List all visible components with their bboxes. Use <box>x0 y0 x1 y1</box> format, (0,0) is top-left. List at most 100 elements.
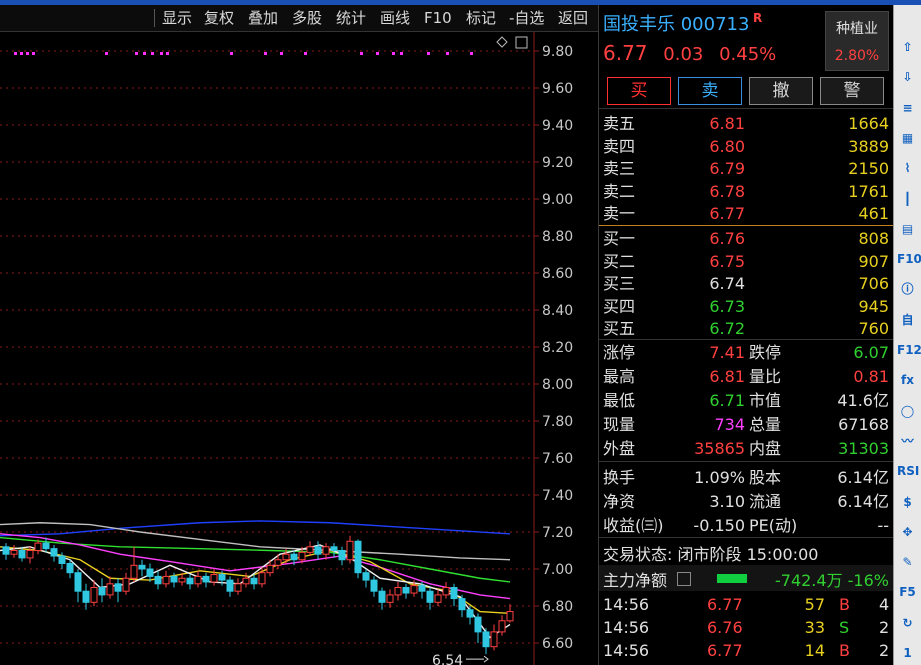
stat-label: 外盘 <box>603 439 636 458</box>
candle-body <box>50 548 58 557</box>
price-tick-label: 9.80 <box>542 44 573 60</box>
bid-price: 6.75 <box>709 251 745 271</box>
price-tick-label: 7.40 <box>542 488 573 504</box>
toolbar-watchlist-button[interactable]: -自选 <box>505 5 548 31</box>
list-icon[interactable]: ≡ <box>897 98 918 119</box>
candle-body <box>498 620 506 633</box>
down-arrow-icon[interactable]: ⇩ <box>897 67 918 88</box>
refresh-icon[interactable]: ↻ <box>897 613 918 634</box>
bid-volume: 760 <box>858 319 889 338</box>
signal-dot <box>304 52 307 55</box>
price-tick-label: 7.20 <box>542 525 573 541</box>
candle-body <box>34 542 42 552</box>
tick-direction: B <box>839 595 850 614</box>
toolbar-multistock-button[interactable]: 多股 <box>288 5 326 31</box>
ask-volume: 2150 <box>848 159 889 178</box>
candle-body <box>178 577 186 583</box>
sector-box[interactable]: 种植业 2.80% <box>825 11 889 71</box>
stat-value: -0.150 <box>693 515 745 535</box>
stat-vol-ratio: 量比 0.81 <box>749 365 889 389</box>
self-icon[interactable]: 自 <box>897 310 918 331</box>
alert-button[interactable]: 警 <box>820 77 884 105</box>
candle-body <box>218 574 226 581</box>
stat-label: 收益(㈢) <box>603 515 664 535</box>
dollar-icon[interactable]: $ <box>897 492 918 513</box>
pencil-icon[interactable]: ✎ <box>897 552 918 573</box>
candle-body <box>354 540 362 574</box>
bid-row: 买五 6.72 760 <box>599 317 893 340</box>
bid-row: 买四 6.73 945 <box>599 295 893 318</box>
candle-body <box>130 564 138 579</box>
price-tick-label: 9.60 <box>542 81 573 97</box>
info-icon[interactable]: ⓘ <box>897 279 918 300</box>
list-icon[interactable] <box>677 572 691 586</box>
sell-button[interactable]: 卖 <box>678 77 742 105</box>
fx-icon[interactable]: fx <box>897 370 918 391</box>
candle-body <box>338 550 346 561</box>
ask-volume: 1761 <box>848 181 889 201</box>
candle-body <box>202 575 210 583</box>
stat-high: 最高 6.81 <box>603 365 745 389</box>
price-tick-label: 8.00 <box>542 377 573 393</box>
price-tick-label: 9.00 <box>542 192 573 208</box>
toolbar-adjust-button[interactable]: 复权 <box>200 5 238 31</box>
candle-body <box>378 590 386 603</box>
cancel-button[interactable]: 撤 <box>749 77 813 105</box>
stat-label: 换手 <box>603 467 636 487</box>
candle-body <box>394 587 402 596</box>
stat-limit-down: 跌停 6.07 <box>749 341 889 365</box>
move-icon[interactable]: ✥ <box>897 522 918 543</box>
tick-qty: 57 <box>804 595 825 614</box>
bid-row: 买一 6.76 808 <box>599 227 893 250</box>
price-tick-label: 6.60 <box>542 636 573 652</box>
bid-volume: 907 <box>858 251 889 271</box>
f5-icon[interactable]: F5 <box>897 582 918 603</box>
ask-label: 卖五 <box>603 114 636 133</box>
candle-body <box>266 564 274 574</box>
bid-label: 买三 <box>603 274 636 293</box>
tick-time: 14:56 <box>603 595 650 614</box>
rsi-icon[interactable]: RSI <box>897 461 919 482</box>
ask-volume: 1664 <box>848 114 889 133</box>
kline-svg: 9.80 9.60 9.40 9.20 9.00 8.80 8.60 8.40 8.20 8.00… <box>0 32 573 665</box>
signal-dot <box>32 52 35 55</box>
grid-icon[interactable]: ▦ <box>897 128 918 149</box>
candle-body <box>162 575 170 585</box>
wave-icon[interactable]: 〰 <box>897 431 918 452</box>
line-chart-icon[interactable]: ⌇ <box>897 158 918 179</box>
bid-volume: 706 <box>858 274 889 293</box>
stat-value: 3.10 <box>709 491 745 511</box>
one-icon[interactable]: 1 <box>897 643 918 664</box>
ask-label: 卖一 <box>603 204 636 223</box>
signal-dot <box>166 52 169 55</box>
candle-body <box>154 575 162 585</box>
kline-chart[interactable]: 9.80 9.60 9.40 9.20 9.00 8.80 8.60 8.40 8.20 8.00… <box>0 32 598 665</box>
buy-button[interactable]: 买 <box>607 77 671 105</box>
doc-icon[interactable]: ▤ <box>897 219 918 240</box>
ask-label: 卖三 <box>603 159 636 178</box>
toolbar-mark-button[interactable]: 标记 <box>462 5 500 31</box>
toolbar-back-button[interactable]: 返回 <box>554 5 592 31</box>
f10-icon[interactable]: F10 <box>897 249 921 270</box>
up-arrow-icon[interactable]: ⇧ <box>897 37 918 58</box>
candle-body <box>226 579 234 592</box>
circle-icon[interactable]: ◯ <box>897 401 918 422</box>
price-tick-label: 7.80 <box>542 414 573 430</box>
toolbar-display-button[interactable]: 显示 <box>158 5 196 31</box>
ma60-line <box>0 520 511 537</box>
signal-dot <box>160 52 163 55</box>
candle-body <box>442 587 450 596</box>
toolbar-stats-button[interactable]: 统计 <box>332 5 370 31</box>
tick-price: 6.77 <box>707 595 743 614</box>
candle-body <box>2 546 10 555</box>
f12-icon[interactable]: F12 <box>897 340 921 361</box>
candle-icon[interactable]: ┃ <box>897 189 918 210</box>
candle-body <box>82 590 90 603</box>
candle-body <box>274 559 282 566</box>
toolbar-overlay-button[interactable]: 叠加 <box>244 5 282 31</box>
price-tick-label: 8.40 <box>542 303 573 319</box>
toolbar-draw-button[interactable]: 画线 <box>376 5 414 31</box>
signal-dot <box>392 52 395 55</box>
toolbar-f10-button[interactable]: F10 <box>420 5 456 31</box>
candle-body <box>258 572 266 585</box>
